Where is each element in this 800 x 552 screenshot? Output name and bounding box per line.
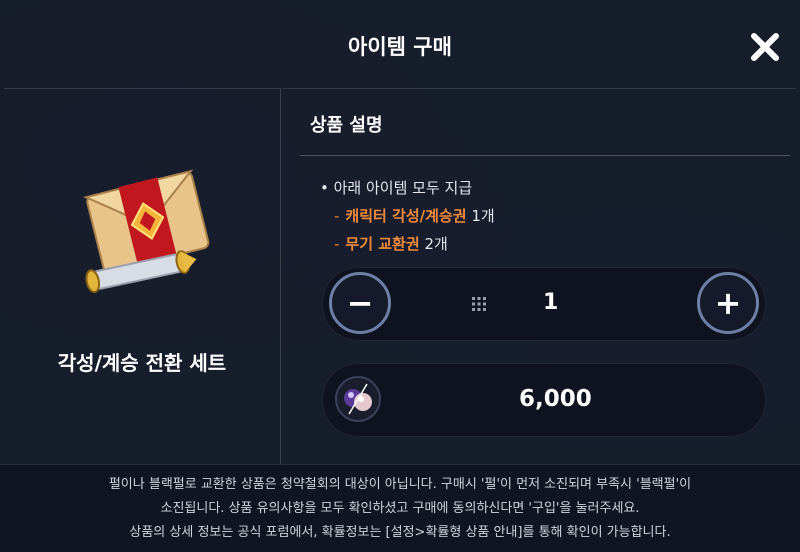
price-display: 6,000 [322,363,766,437]
purchase-modal: 아이템 구매 각성/계승 전환 세트 상품 설명 • 아래 아이템 모두 지급 … [0,0,800,552]
description-title: 상품 설명 [310,115,383,136]
description-bullet: • 아래 아이템 모두 지급 [320,179,473,197]
notice-line-1: 펄이나 블랙펄로 교환한 상품은 청약철회의 대상이 아닙니다. 구매시 '펄'… [108,477,692,492]
notice-line-2: 소진됩니다. 상품 유의사항을 모두 확인하셨고 구매에 동의하신다면 '구입'… [160,501,640,516]
reward-name: 무기 교환권 [345,235,420,253]
item-detail-panel: 상품 설명 • 아래 아이템 모두 지급 - 캐릭터 각성/계승권 1개 - 무기 … [282,88,796,465]
dash-marker: - [334,235,340,253]
quantity-value[interactable]: 1 [543,290,558,315]
purchase-notice: 펄이나 블랙펄로 교환한 상품은 청약철회의 대상이 아닙니다. 구매시 '펄'… [0,464,800,552]
decrease-button[interactable]: − [329,272,391,334]
minus-icon: − [346,284,374,322]
reward-count: 1개 [471,207,495,225]
modal-header: 아이템 구매 [0,0,800,88]
price-value: 6,000 [519,386,592,412]
dash-marker: - [334,207,340,225]
section-divider [300,155,790,156]
pearl-currency-icon [335,376,381,422]
modal-title: 아이템 구매 [348,35,452,59]
item-preview-panel: 각성/계승 전환 세트 [4,88,281,465]
quantity-stepper: − 1 + [322,267,766,341]
close-icon[interactable] [744,26,786,68]
plus-icon: + [714,284,742,322]
description-item-1: - 캐릭터 각성/계승권 1개 [334,205,495,226]
description-item-2: - 무기 교환권 2개 [334,233,448,254]
increase-button[interactable]: + [697,272,759,334]
keypad-icon[interactable] [471,296,487,312]
notice-line-3: 상품의 상세 정보는 공식 포럼에서, 확률정보는 [설정>확률형 상품 안내]… [129,525,671,540]
item-bundle-icon [82,169,210,294]
reward-count: 2개 [424,235,448,253]
item-name: 각성/계승 전환 세트 [57,351,227,375]
reward-name: 캐릭터 각성/계승권 [345,207,467,225]
